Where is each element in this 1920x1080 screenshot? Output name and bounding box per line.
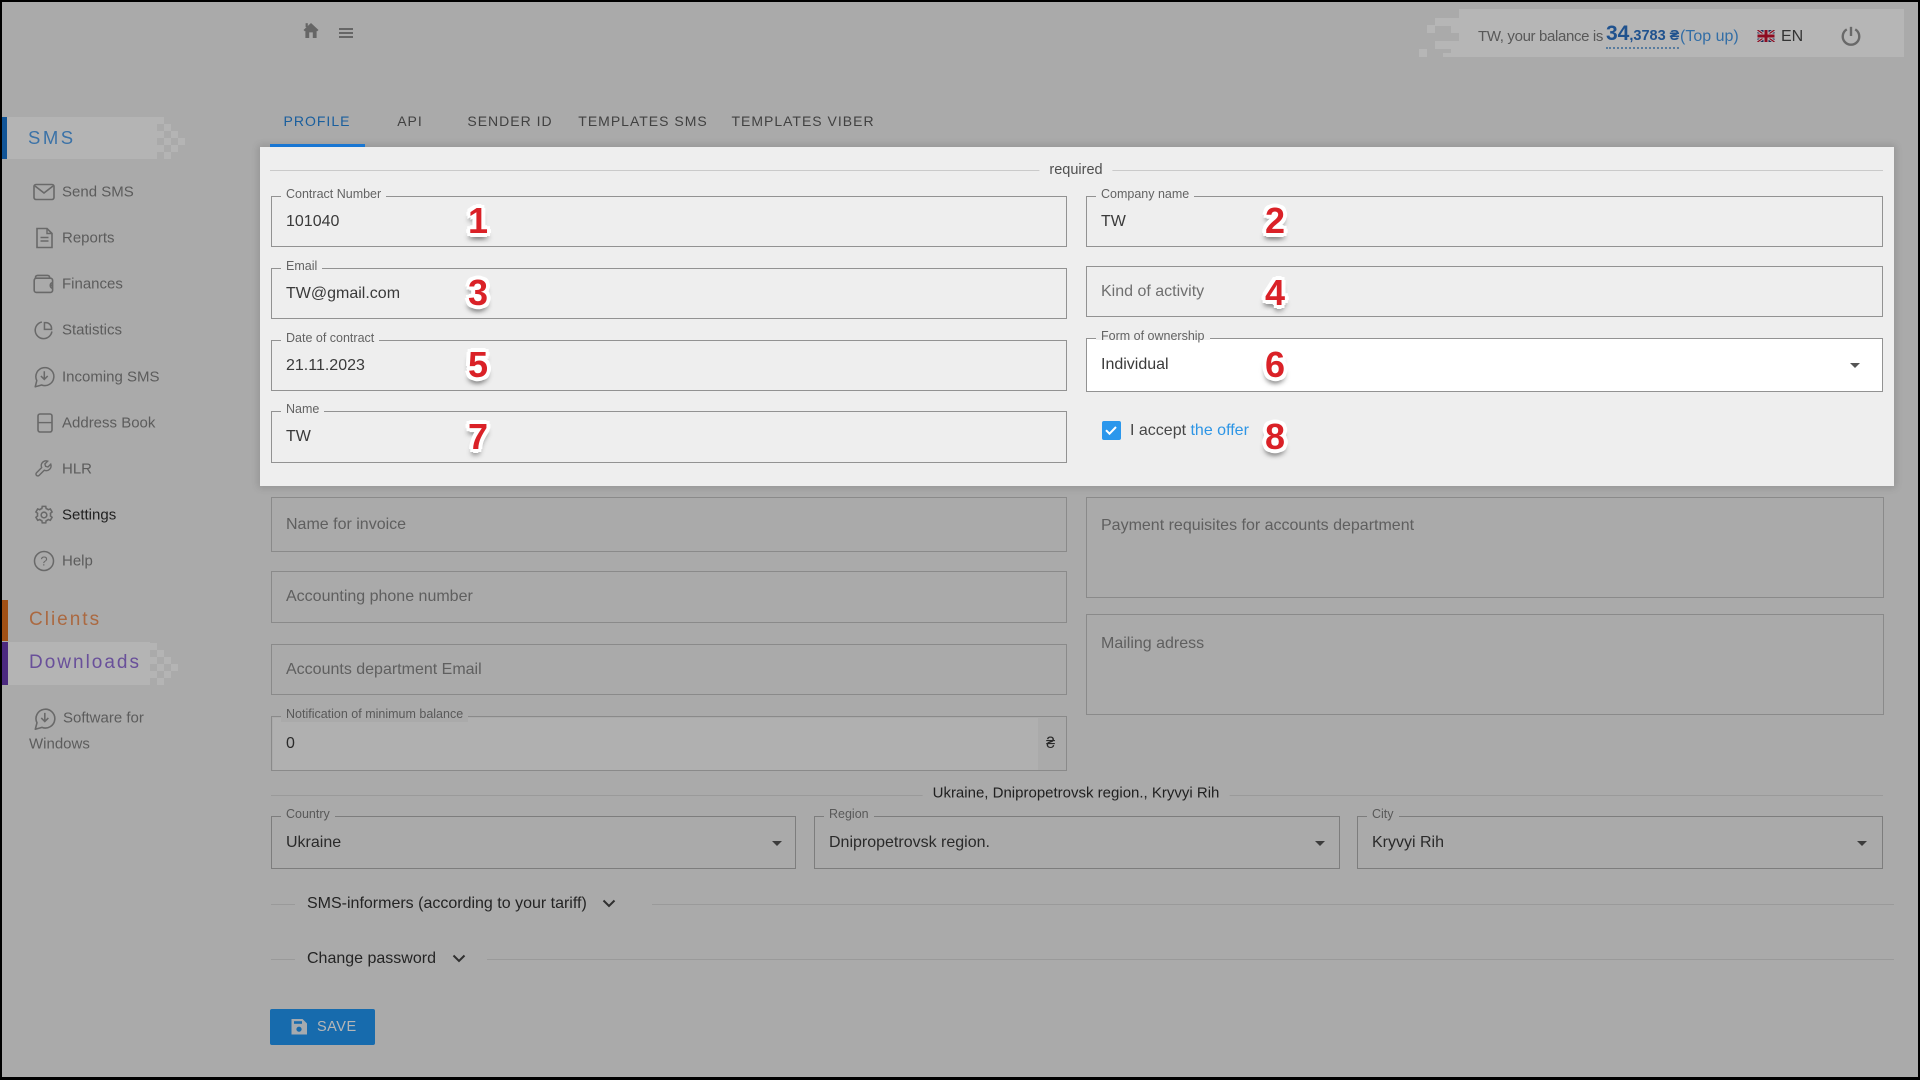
svg-text:?: ?	[40, 554, 47, 569]
